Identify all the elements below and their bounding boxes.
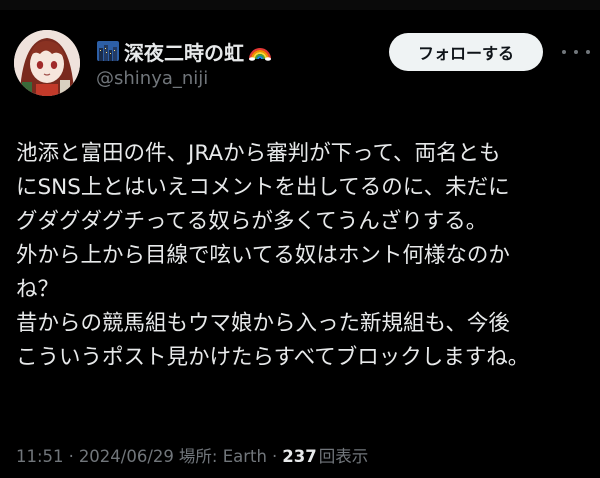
tweet-date[interactable]: 2024/06/29	[79, 447, 174, 466]
top-edge-strip	[0, 0, 600, 10]
views-count[interactable]: 237	[282, 447, 316, 466]
display-name[interactable]: 深夜二時の虹	[124, 37, 244, 66]
meta-separator: ·	[68, 447, 74, 466]
tweet-time[interactable]: 11:51	[16, 447, 64, 466]
follow-button[interactable]: フォローする	[389, 33, 543, 71]
tweet-line: こういうポスト見かけたらすべてブロックしますね。	[16, 345, 530, 370]
avatar-image	[14, 30, 80, 96]
views-label: 回表示	[318, 447, 369, 466]
more-options-icon[interactable]	[562, 40, 590, 64]
display-name-row[interactable]: 深夜二時の虹	[96, 37, 272, 66]
avatar[interactable]	[14, 30, 80, 96]
tweet-text: 池添と富田の件、JRAから審判が下って、両名とも にSNS上とはいえコメントを出…	[16, 137, 591, 375]
tweet-meta-row: 11:51 · 2024/06/29 場所: Earth · 237 回表示	[16, 443, 368, 467]
more-dot	[562, 50, 566, 54]
more-dot	[574, 50, 578, 54]
tweet-line: 外から上から目線で呟いてる奴はホント何様なのか	[16, 243, 510, 268]
tweet-line: グダグダグチってる奴らが多くてうんざりする。	[16, 209, 488, 234]
tweet-line: ね？	[16, 277, 60, 302]
tweet-line: 池添と富田の件、JRAから審判が下って、両名とも	[16, 141, 501, 166]
more-dot	[586, 50, 590, 54]
rainbow-emoji-icon	[248, 39, 272, 63]
tweet-line: にSNS上とはいえコメントを出してるのに、未だに	[16, 175, 510, 200]
city-night-emoji-icon	[96, 39, 120, 63]
user-handle[interactable]: @shinya_niji	[96, 68, 208, 89]
meta-separator: ·	[271, 447, 278, 466]
tweet-line: 昔からの競馬組もウマ娘から入った新規組も、今後	[16, 311, 510, 336]
tweet-location[interactable]: 場所: Earth	[179, 443, 267, 467]
